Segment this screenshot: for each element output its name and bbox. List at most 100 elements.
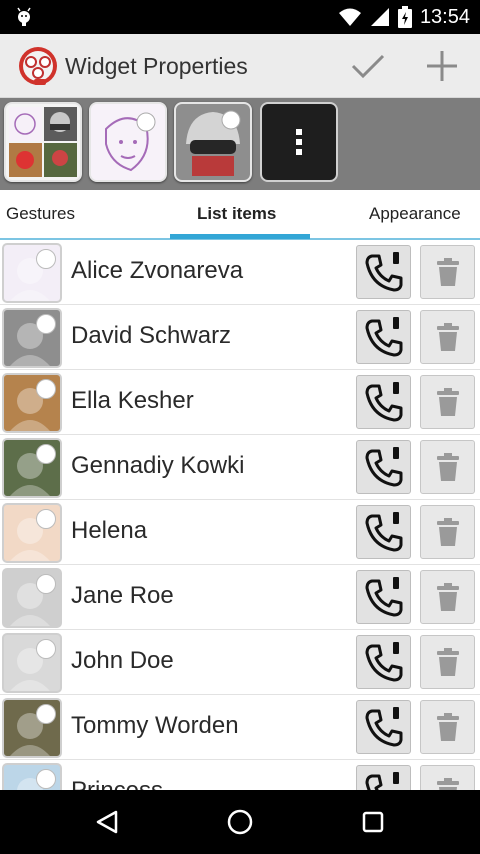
widget-grid-preview[interactable] (4, 102, 82, 182)
delete-button[interactable] (420, 505, 475, 559)
delete-button[interactable] (420, 765, 475, 790)
home-icon (227, 809, 253, 835)
contact-avatar[interactable] (2, 243, 62, 303)
add-icon (427, 51, 457, 81)
delete-button[interactable] (420, 375, 475, 429)
phone-badge-icon (36, 574, 56, 594)
phone-call-icon (365, 447, 402, 487)
delete-button[interactable] (420, 570, 475, 624)
delete-button[interactable] (420, 635, 475, 689)
phone-badge-icon (36, 249, 56, 269)
contact-avatar[interactable] (2, 568, 62, 628)
recents-button[interactable] (343, 802, 403, 842)
phone-call-icon (365, 642, 402, 682)
delete-button[interactable] (420, 440, 475, 494)
phone-badge-icon (36, 379, 56, 399)
add-button[interactable] (420, 46, 464, 86)
phone-call-icon (365, 577, 402, 617)
delete-button[interactable] (420, 700, 475, 754)
active-tab-indicator (170, 234, 310, 239)
app-logo-icon (19, 47, 57, 85)
check-icon (351, 54, 385, 79)
phone-call-icon (365, 772, 399, 790)
contact-name: Jane Roe (71, 582, 174, 609)
call-action-button[interactable] (356, 440, 411, 494)
contact-name: David Schwarz (71, 322, 232, 349)
phone-call-icon (365, 317, 402, 357)
phone-call-icon (365, 252, 402, 292)
battery-charging-icon (397, 6, 412, 28)
call-action-button[interactable] (356, 765, 411, 790)
tab-gestures[interactable]: Gestures (6, 190, 75, 238)
confirm-button[interactable] (346, 46, 390, 86)
trash-icon (436, 388, 459, 416)
contact-name: Alice Zvonareva (71, 257, 244, 284)
tab-appearance[interactable]: Appearance (369, 190, 461, 238)
app-title: Widget Properties (65, 53, 248, 79)
contact-avatar[interactable] (2, 373, 62, 433)
phone-badge-icon (36, 314, 56, 334)
phone-badge-icon (36, 509, 56, 529)
tab-bar: Gestures List items Appearance (0, 190, 480, 240)
trash-icon (436, 323, 459, 351)
list-item[interactable]: David Schwarz (0, 305, 480, 370)
tab-list-items[interactable]: List items (197, 190, 276, 238)
phone-badge-icon (36, 704, 56, 724)
widget-helmet-avatar-preview[interactable] (174, 102, 252, 182)
trash-icon (436, 258, 459, 286)
status-bar: 13:54 (0, 0, 480, 34)
widget-strip (0, 98, 480, 190)
trash-icon (436, 453, 459, 481)
contact-name: Gennadiy Kowki (71, 452, 245, 479)
contact-avatar[interactable] (2, 503, 62, 563)
contact-avatar[interactable] (2, 633, 62, 693)
delete-button[interactable] (420, 310, 475, 364)
more-options-button[interactable] (260, 102, 338, 182)
list-item[interactable]: Princess (0, 760, 480, 790)
contact-name: Princess (71, 777, 163, 790)
phone-badge-icon (36, 444, 56, 464)
list-item[interactable]: Ella Kesher (0, 370, 480, 435)
contact-avatar[interactable] (2, 308, 62, 368)
widget-single-avatar-preview[interactable] (89, 102, 167, 182)
wifi-icon (338, 8, 361, 26)
screen: 13:54 Widget Properties Gestures List it… (0, 0, 480, 854)
list-item[interactable]: Tommy Worden (0, 695, 480, 760)
call-action-button[interactable] (356, 635, 411, 689)
phone-call-icon (365, 707, 402, 747)
call-action-button[interactable] (356, 375, 411, 429)
contact-list[interactable]: Alice Zvonareva David Schwarz Ella Kesher G… (0, 240, 480, 790)
list-item[interactable]: Gennadiy Kowki (0, 435, 480, 500)
contact-avatar[interactable] (2, 698, 62, 758)
delete-button[interactable] (420, 245, 475, 299)
back-icon (96, 810, 118, 834)
phone-call-icon (365, 382, 402, 422)
trash-icon (436, 778, 459, 790)
trash-icon (436, 583, 459, 611)
list-item[interactable]: Alice Zvonareva (0, 240, 480, 305)
phone-badge-icon (36, 639, 56, 659)
cell-signal-icon (370, 8, 389, 26)
list-item[interactable]: Jane Roe (0, 565, 480, 630)
more-vert-icon (296, 129, 302, 155)
contact-avatar[interactable] (2, 438, 62, 498)
call-action-button[interactable] (356, 505, 411, 559)
call-action-button[interactable] (356, 310, 411, 364)
navigation-bar (0, 790, 480, 854)
back-button[interactable] (77, 802, 137, 842)
list-item[interactable]: John Doe (0, 630, 480, 695)
status-time: 13:54 (419, 5, 470, 28)
list-item[interactable]: Helena (0, 500, 480, 565)
home-button[interactable] (210, 802, 270, 842)
status-icons: 13:54 (338, 0, 470, 34)
call-action-button[interactable] (356, 700, 411, 754)
contact-avatar[interactable] (2, 763, 62, 790)
contact-name: John Doe (71, 647, 174, 674)
app-bar: Widget Properties (0, 34, 480, 98)
call-action-button[interactable] (356, 245, 411, 299)
contact-name: Tommy Worden (71, 712, 239, 739)
phone-badge-icon (36, 769, 56, 789)
android-robot-icon (17, 7, 31, 26)
recents-icon (362, 811, 384, 833)
call-action-button[interactable] (356, 570, 411, 624)
